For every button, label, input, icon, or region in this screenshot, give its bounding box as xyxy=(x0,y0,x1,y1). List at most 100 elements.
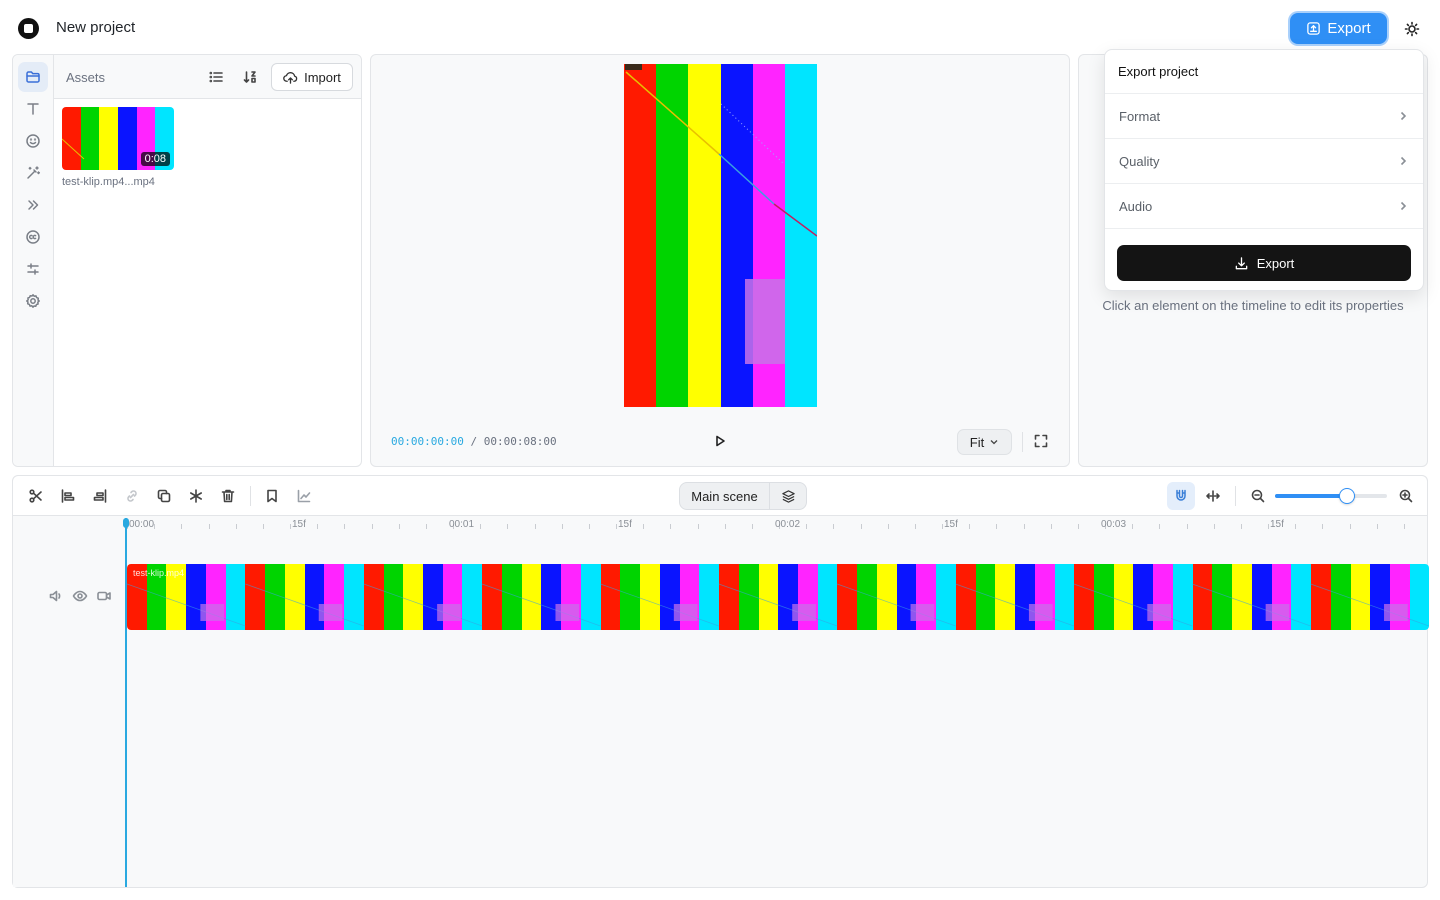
sidebar-item-captions[interactable] xyxy=(18,222,48,252)
marker-tool[interactable] xyxy=(259,483,285,509)
export-button[interactable]: Export xyxy=(1290,13,1387,44)
ruler-tick xyxy=(1403,524,1405,529)
ruler-tick xyxy=(154,524,156,529)
theme-toggle-sun-icon[interactable] xyxy=(1399,16,1425,42)
ruler-tick xyxy=(969,524,971,529)
sidebar-item-text[interactable] xyxy=(18,94,48,124)
asset-filename: test-klip.mp4...mp4 xyxy=(62,176,155,188)
zoom-out-icon xyxy=(1250,488,1266,504)
ruler-tick xyxy=(425,524,427,529)
timeline-ruler[interactable]: 00:00 15f 00:01 15f 00:02 15f 00:03 15f xyxy=(125,516,1427,536)
export-quality-row[interactable]: Quality xyxy=(1105,138,1423,183)
track-video-button[interactable] xyxy=(91,583,117,609)
clip-overlay-patch xyxy=(1384,604,1408,621)
align-end-icon xyxy=(92,488,108,504)
chevrons-right-icon xyxy=(25,197,41,213)
export-audio-label: Audio xyxy=(1119,198,1153,214)
ruler-tick xyxy=(1186,524,1188,529)
sidebar-item-stickers[interactable] xyxy=(18,126,48,156)
asset-card[interactable]: 0:08 test-klip.mp4...mp4 xyxy=(62,107,175,191)
ruler-label: 15f xyxy=(944,519,958,530)
clip-overlay-patch xyxy=(792,604,816,621)
playhead[interactable] xyxy=(123,518,129,887)
link-tool[interactable] xyxy=(119,483,145,509)
chevron-right-icon xyxy=(1397,155,1409,167)
snap-toggle[interactable] xyxy=(1167,482,1195,510)
video-camera-icon xyxy=(96,588,112,604)
ruler-tick xyxy=(1376,524,1378,529)
scene-selector[interactable]: Main scene xyxy=(679,482,807,510)
fit-dropdown[interactable]: Fit xyxy=(957,429,1012,455)
sort-icon[interactable] xyxy=(237,64,263,90)
bookmark-icon xyxy=(264,488,280,504)
ruler-tick xyxy=(914,524,916,529)
track-visibility-button[interactable] xyxy=(67,583,93,609)
export-button-label: Export xyxy=(1327,20,1371,37)
delete-tool[interactable] xyxy=(215,483,241,509)
project-title[interactable]: New project xyxy=(56,19,135,36)
fullscreen-button[interactable] xyxy=(1028,428,1054,454)
captions-icon xyxy=(25,229,41,245)
freeze-tool[interactable] xyxy=(183,483,209,509)
sidebar-item-transitions[interactable] xyxy=(18,190,48,220)
zoom-slider-knob[interactable] xyxy=(1338,488,1355,504)
ruler-tick xyxy=(235,524,237,529)
clip-overlay-patch xyxy=(673,604,698,621)
chevron-down-icon xyxy=(989,437,999,447)
clip-overlay-patch xyxy=(1028,604,1053,621)
clip-overlay-line xyxy=(127,583,246,627)
export-quality-label: Quality xyxy=(1119,153,1160,169)
sidebar-item-adjust[interactable] xyxy=(18,254,48,284)
ruler-tick xyxy=(507,524,509,529)
video-canvas[interactable] xyxy=(624,64,817,407)
track-mute-button[interactable] xyxy=(43,583,69,609)
list-view-icon[interactable] xyxy=(203,64,229,90)
clip-overlay-line xyxy=(245,583,364,627)
trash-icon xyxy=(220,488,236,504)
ruler-tick xyxy=(262,524,264,529)
ruler-tick xyxy=(1159,524,1161,529)
zoom-slider[interactable] xyxy=(1275,488,1387,504)
align-left-tool[interactable] xyxy=(55,483,81,509)
assets-panel: Assets Import 0:08 test-klip.mp4...mp4 xyxy=(12,54,362,467)
scissors-icon xyxy=(28,488,44,504)
clip-overlay-line xyxy=(1073,583,1193,627)
ruler-tick xyxy=(398,524,400,529)
clip-name: test-klip.mp4 xyxy=(133,568,185,578)
zoom-out-button[interactable] xyxy=(1245,483,1271,509)
ruler-tick xyxy=(181,524,183,529)
export-format-row[interactable]: Format xyxy=(1105,93,1423,138)
zoom-in-button[interactable] xyxy=(1393,483,1419,509)
play-button[interactable] xyxy=(707,428,733,454)
clip-overlay-line xyxy=(481,583,601,627)
fit-timeline-button[interactable] xyxy=(1200,483,1226,509)
video-clip[interactable]: test-klip.mp4 xyxy=(127,564,1429,630)
playhead-handle[interactable] xyxy=(123,518,129,528)
export-confirm-button[interactable]: Export xyxy=(1117,245,1411,281)
chevron-right-icon xyxy=(1397,200,1409,212)
ruler-tick xyxy=(1349,524,1351,529)
export-audio-row[interactable]: Audio xyxy=(1105,183,1423,228)
scene-name: Main scene xyxy=(691,488,758,504)
arrows-horizontal-icon xyxy=(1205,488,1221,504)
ruler-label: 15f xyxy=(618,519,632,530)
keyframe-graph-tool[interactable] xyxy=(291,483,317,509)
sidebar-item-settings[interactable] xyxy=(18,286,48,316)
split-tool[interactable] xyxy=(23,483,49,509)
timecode: 00:00:00:00 / 00:00:08:00 xyxy=(391,435,557,448)
duplicate-tool[interactable] xyxy=(151,483,177,509)
ruler-tick xyxy=(317,524,319,529)
magnet-icon xyxy=(1173,488,1189,504)
sidebar-item-effects[interactable] xyxy=(18,158,48,188)
import-button[interactable]: Import xyxy=(271,63,353,91)
layers-icon[interactable] xyxy=(770,489,806,504)
timeline-panel: Main scene 00:00 15f 00:01 15f 00:02 15f… xyxy=(12,475,1429,888)
ruler-tick xyxy=(833,524,835,529)
current-time: 00:00:00:00 xyxy=(391,435,464,448)
clip-overlay-patch xyxy=(1265,604,1290,621)
preview-overlay-lines xyxy=(625,64,817,364)
align-right-tool[interactable] xyxy=(87,483,113,509)
sidebar-item-media[interactable] xyxy=(18,62,48,92)
fit-label: Fit xyxy=(969,434,985,450)
ruler-tick xyxy=(1322,524,1324,529)
